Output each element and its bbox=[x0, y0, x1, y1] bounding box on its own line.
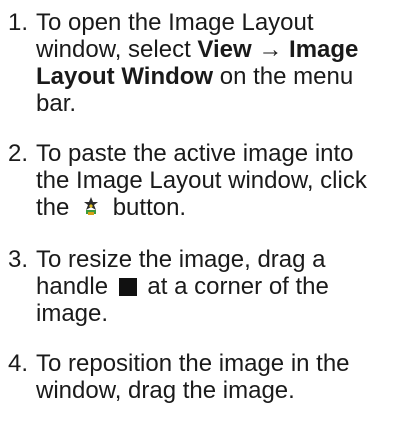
step-number: 1. bbox=[7, 9, 28, 36]
step-number: 4. bbox=[7, 350, 28, 377]
step-text: To reposition the image in the window, d… bbox=[36, 350, 350, 404]
step-text: To resize the image, drag a handle at a … bbox=[36, 246, 329, 327]
handle-square-icon bbox=[118, 278, 137, 296]
paste-image-icon bbox=[80, 195, 102, 223]
step-4: 4. To reposition the image in the window… bbox=[0, 350, 396, 404]
step-2: 2. To paste the active image into the Im… bbox=[0, 140, 396, 223]
step-3: 3. To resize the image, drag a handle at… bbox=[0, 246, 396, 327]
step-number: 3. bbox=[7, 246, 28, 273]
step-1: 1. To open the Image Layout window, sele… bbox=[0, 9, 396, 117]
step-number: 2. bbox=[7, 140, 28, 167]
step-text: To open the Image Layout window, select … bbox=[36, 9, 359, 117]
menu-view-label: View bbox=[197, 36, 252, 63]
arrow-glyph: → bbox=[258, 36, 283, 63]
step-text: To paste the active image into the Image… bbox=[36, 140, 367, 223]
